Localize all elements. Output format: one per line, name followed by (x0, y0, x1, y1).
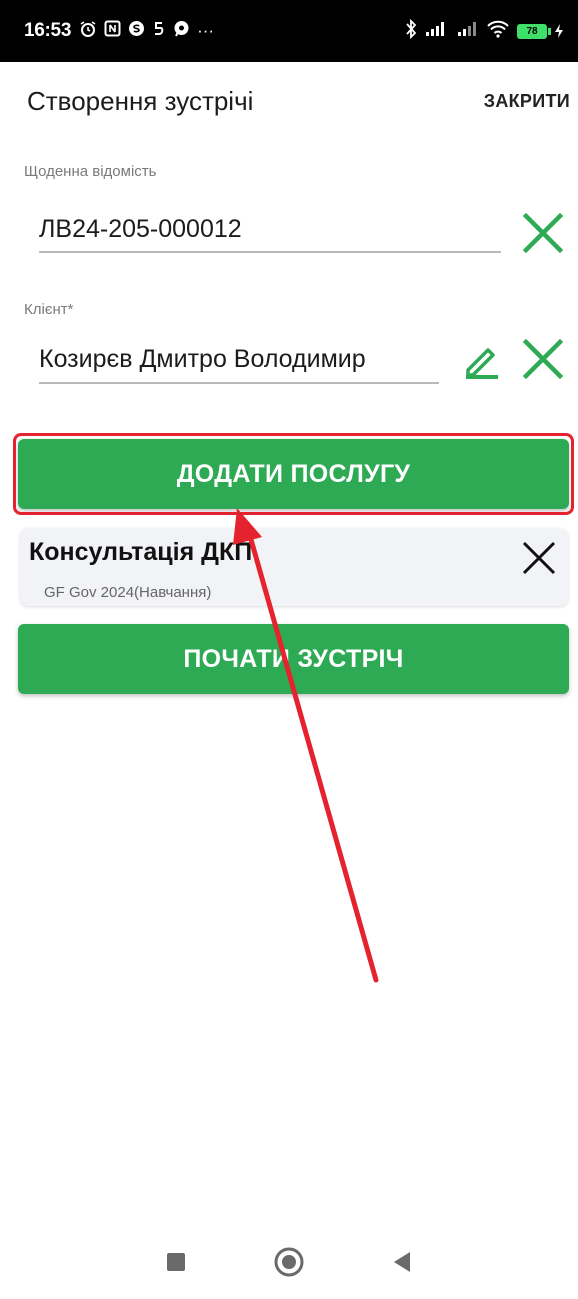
battery-icon: 78 (517, 23, 564, 39)
battery-level: 78 (517, 23, 547, 39)
status-time: 16:53 (24, 20, 72, 41)
notification-icons: ··· (79, 20, 214, 43)
nfc-icon (104, 20, 121, 42)
edit-client-icon[interactable] (462, 340, 502, 380)
notification-icon (152, 20, 166, 42)
highlight-frame (13, 433, 574, 515)
system-icons: 78 (405, 18, 564, 44)
client-label: Клієнт* (24, 301, 74, 318)
signal-1-icon (425, 21, 449, 42)
service-title: Консультація ДКП (29, 538, 253, 566)
recents-button[interactable] (156, 1242, 196, 1282)
home-button[interactable] (269, 1242, 309, 1282)
back-button[interactable] (382, 1242, 422, 1282)
start-meeting-button[interactable]: ПОЧАТИ ЗУСТРІЧ (18, 624, 569, 694)
daily-sheet-label: Щоденна відомість (24, 163, 157, 180)
bluetooth-icon (405, 18, 417, 44)
back-triangle-icon (393, 1252, 410, 1272)
alarm-icon (79, 20, 97, 43)
clear-daily-sheet-icon[interactable] (522, 212, 564, 254)
close-button[interactable]: ЗАКРИТИ (484, 91, 570, 112)
skype-icon (128, 20, 145, 42)
navigation-bar (0, 1225, 578, 1299)
client-underline (39, 382, 439, 384)
messenger-icon (173, 20, 190, 42)
signal-2-icon (457, 21, 479, 42)
service-subtitle: GF Gov 2024(Навчання) (44, 584, 212, 601)
page-title: Створення зустрічі (27, 86, 254, 116)
remove-service-icon[interactable] (521, 540, 557, 576)
daily-sheet-underline (39, 251, 501, 253)
clear-client-icon[interactable] (522, 338, 564, 380)
square-icon (167, 1253, 186, 1271)
status-bar: 16:53 ··· 78 (0, 0, 578, 62)
daily-sheet-field[interactable]: ЛВ24-205-000012 (39, 215, 499, 244)
home-circle-icon (274, 1247, 304, 1277)
more-icon: ··· (197, 21, 215, 40)
service-item: Консультація ДКП GF Gov 2024(Навчання) (20, 528, 568, 606)
client-field[interactable]: Козирєв Дмитро Володимир (39, 345, 439, 374)
wifi-icon (487, 20, 509, 43)
